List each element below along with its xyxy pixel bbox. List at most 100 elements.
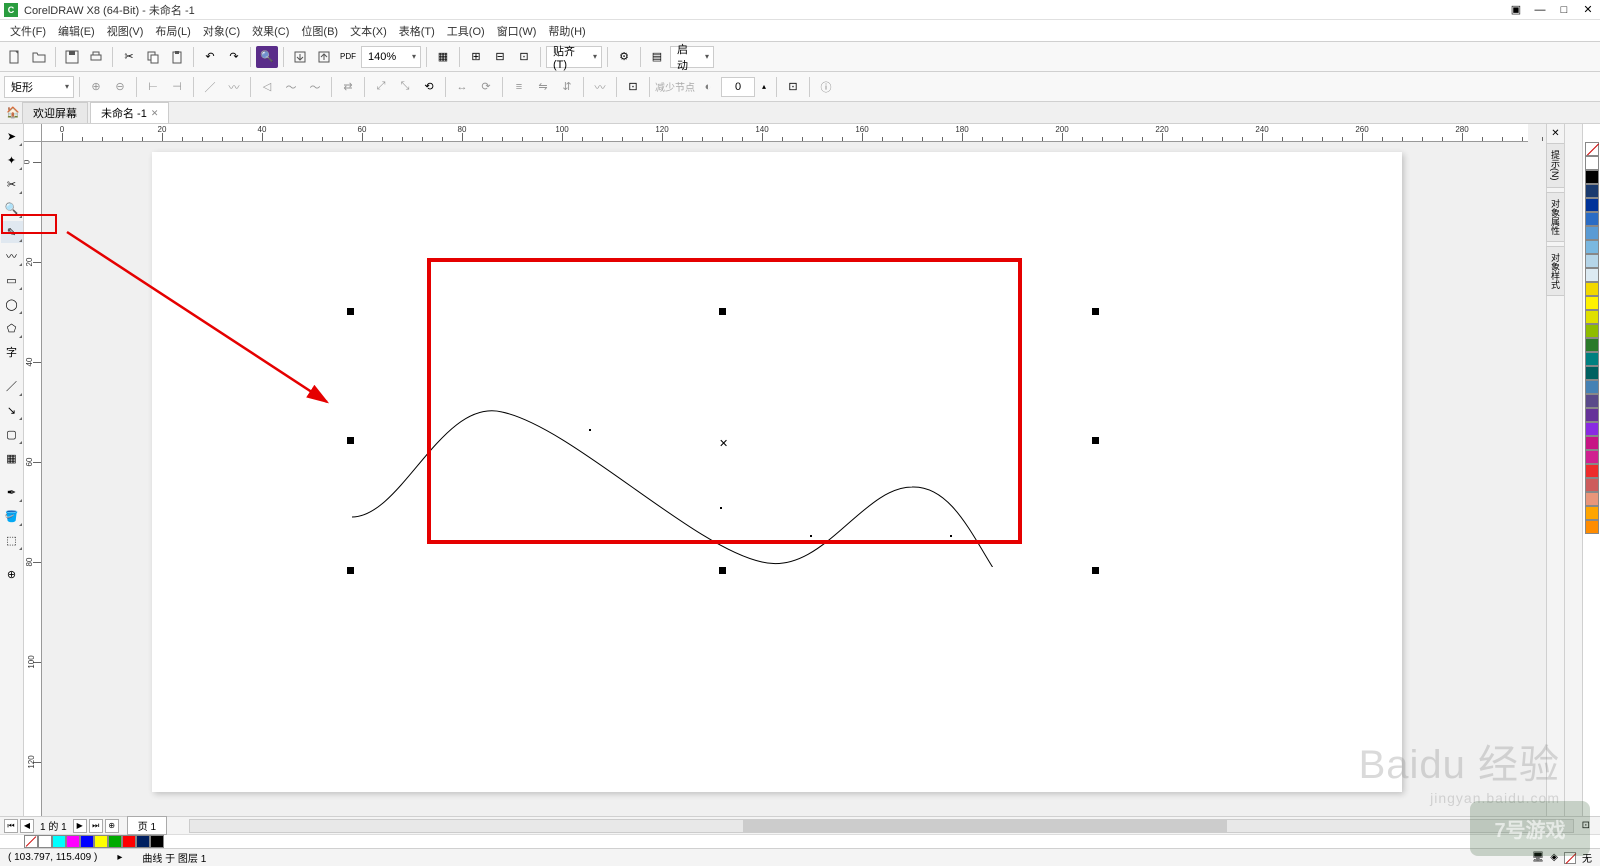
new-button[interactable] <box>4 46 26 68</box>
ellipse-tool[interactable]: ◯ <box>1 293 23 315</box>
selection-handle-tc[interactable] <box>719 308 726 315</box>
palette-swatch[interactable] <box>1585 366 1599 380</box>
palette-swatch[interactable] <box>1585 226 1599 240</box>
open-button[interactable] <box>28 46 50 68</box>
ruler-horizontal[interactable]: 020406080100120140160180200220240260280 <box>42 124 1528 142</box>
menu-item[interactable]: 文本(X) <box>344 21 393 41</box>
page-next-button[interactable]: ▶ <box>73 819 87 833</box>
cusp-button[interactable]: ◁ <box>256 76 278 98</box>
palette-swatch[interactable] <box>1585 422 1599 436</box>
launch-dropdown[interactable]: 启动 <box>670 46 714 68</box>
palette-swatch[interactable] <box>1585 338 1599 352</box>
node-add-button[interactable]: ⊕ <box>85 76 107 98</box>
paste-button[interactable] <box>166 46 188 68</box>
palette-swatch[interactable] <box>136 835 150 848</box>
save-button[interactable] <box>61 46 83 68</box>
menu-item[interactable]: 位图(B) <box>295 21 344 41</box>
selection-handle-br[interactable] <box>1092 567 1099 574</box>
docker-tab[interactable]: 对象样式 <box>1546 246 1565 296</box>
shape-preset-dropdown[interactable]: 矩形 <box>4 76 74 98</box>
docker-tab[interactable]: 对象属性 <box>1546 192 1565 242</box>
palette-swatch[interactable] <box>1585 296 1599 310</box>
zoom-tool[interactable]: 🔍 <box>1 197 23 219</box>
docker-tab[interactable]: 提示(N) <box>1546 143 1565 188</box>
align-button[interactable]: ≡ <box>508 76 530 98</box>
help-doc-icon[interactable]: ▣ <box>1508 2 1524 18</box>
palette-swatch[interactable] <box>122 835 136 848</box>
reduce-slider-icon[interactable]: ◐ <box>697 76 719 98</box>
menu-item[interactable]: 对象(C) <box>197 21 246 41</box>
freehand-tool[interactable]: ✎ <box>1 221 23 243</box>
page-add-button[interactable]: ⊕ <box>105 819 119 833</box>
outline-tool[interactable]: ⬚ <box>1 529 23 551</box>
palette-swatch[interactable] <box>1585 170 1599 184</box>
selection-handle-tr[interactable] <box>1092 308 1099 315</box>
bounding-button[interactable]: ⊡ <box>782 76 804 98</box>
menu-item[interactable]: 编辑(E) <box>52 21 101 41</box>
page-first-button[interactable]: ⏮ <box>4 819 18 833</box>
palette-swatch[interactable] <box>150 835 164 848</box>
palette-swatch[interactable] <box>1585 184 1599 198</box>
reverse-button[interactable]: ⇄ <box>337 76 359 98</box>
close-curve-button[interactable]: ⟲ <box>418 76 440 98</box>
palette-swatch[interactable] <box>1585 268 1599 282</box>
palette-swatch[interactable] <box>1585 506 1599 520</box>
reflect-h-button[interactable]: ⇋ <box>532 76 554 98</box>
artistic-media-tool[interactable]: 〰 <box>1 245 23 267</box>
palette-swatch[interactable] <box>1585 156 1599 170</box>
menu-item[interactable]: 布局(L) <box>149 21 196 41</box>
drawn-curve[interactable] <box>342 407 1102 567</box>
spinner-up-icon[interactable]: ▴ <box>757 76 771 98</box>
zoom-dropdown[interactable]: 140% <box>361 46 421 68</box>
connector-tool[interactable]: ↘ <box>1 399 23 421</box>
menu-item[interactable]: 视图(V) <box>101 21 150 41</box>
import-button[interactable] <box>289 46 311 68</box>
nav-options-icon[interactable]: ⊡ <box>1576 820 1596 831</box>
rotate-button[interactable]: ⟳ <box>475 76 497 98</box>
palette-swatch[interactable] <box>1585 436 1599 450</box>
symmetric-button[interactable]: 〜 <box>304 76 326 98</box>
snap-dropdown[interactable]: 贴齐(T) <box>546 46 602 68</box>
text-tool[interactable]: 字 <box>1 341 23 363</box>
eyedropper-tool[interactable]: ✒ <box>1 481 23 503</box>
palette-swatch[interactable] <box>1585 380 1599 394</box>
palette-swatch[interactable] <box>1585 198 1599 212</box>
palette-swatch[interactable] <box>1585 240 1599 254</box>
palette-no-fill[interactable] <box>1585 142 1599 156</box>
palette-swatch[interactable] <box>1585 478 1599 492</box>
selection-handle-ml[interactable] <box>347 437 354 444</box>
palette-swatch[interactable] <box>94 835 108 848</box>
selection-handle-bl[interactable] <box>347 567 354 574</box>
stretch-button[interactable]: ↔ <box>451 76 473 98</box>
search-icon[interactable]: 🔍 <box>256 46 278 68</box>
fill-tool[interactable]: 🪣 <box>1 505 23 527</box>
docker-close-icon[interactable]: ✕ <box>1551 128 1559 139</box>
pdf-button[interactable]: PDF <box>337 46 359 68</box>
copy-button[interactable] <box>142 46 164 68</box>
grid-button[interactable]: ⊞ <box>465 46 487 68</box>
palette-swatch[interactable] <box>1585 352 1599 366</box>
status-color-proof-icon[interactable]: 🖥 <box>1532 852 1545 863</box>
node-join-button[interactable]: ⊢ <box>142 76 164 98</box>
quick-customize-icon[interactable]: ⊕ <box>1 563 23 585</box>
undo-button[interactable]: ↶ <box>199 46 221 68</box>
reduce-value-input[interactable] <box>721 77 755 97</box>
palette-swatch[interactable] <box>1585 450 1599 464</box>
status-fill-swatch[interactable] <box>1564 852 1576 864</box>
transparency-tool[interactable]: ▦ <box>1 447 23 469</box>
print-button[interactable] <box>85 46 107 68</box>
crop-tool[interactable]: ✂ <box>1 173 23 195</box>
polygon-tool[interactable]: ⬠ <box>1 317 23 339</box>
node-delete-button[interactable]: ⊖ <box>109 76 131 98</box>
to-curve-button[interactable]: 〰 <box>223 76 245 98</box>
palette-swatch[interactable] <box>52 835 66 848</box>
minimize-button[interactable]: — <box>1532 2 1548 18</box>
palette-no-fill-h[interactable] <box>24 835 38 848</box>
reflect-v-button[interactable]: ⇵ <box>556 76 578 98</box>
menu-item[interactable]: 文件(F) <box>4 21 52 41</box>
node-break-button[interactable]: ⊣ <box>166 76 188 98</box>
maximize-button[interactable]: □ <box>1556 2 1572 18</box>
page-tab-1[interactable]: 页 1 <box>127 816 167 835</box>
page-last-button[interactable]: ⏭ <box>89 819 103 833</box>
tab-welcome[interactable]: 欢迎屏幕 <box>22 102 88 123</box>
